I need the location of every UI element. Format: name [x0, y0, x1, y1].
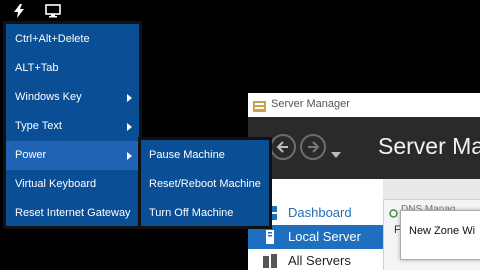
submenu-arrow-icon [127, 152, 132, 160]
server-manager-titlebar: Server Manager [248, 93, 480, 117]
submenu-item-reset-reboot-machine[interactable]: Reset/Reboot Machine [141, 170, 269, 199]
menu-item-label: Power [15, 149, 47, 161]
sidebar-item-label: All Servers [288, 253, 351, 268]
sidebar-item-label: Local Server [288, 229, 361, 244]
server-manager-header: Server Ma [248, 117, 480, 179]
submenu-item-label: Reset/Reboot Machine [149, 178, 261, 190]
menu-item-type-text[interactable]: Type Text [6, 112, 139, 141]
power-submenu: Pause Machine Reset/Reboot Machine Turn … [138, 137, 272, 229]
new-zone-wizard-title: New Zone Wi [409, 225, 476, 237]
menu-item-virtual-keyboard[interactable]: Virtual Keyboard [6, 170, 139, 199]
submenu-item-label: Turn Off Machine [149, 207, 234, 219]
all-servers-icon [263, 254, 277, 268]
forward-button[interactable] [300, 134, 326, 160]
dns-manager-window: DNS Manag F New Zone Wi [383, 199, 480, 270]
remote-toolbar [0, 0, 480, 22]
menu-item-label: Reset Internet Gateway [15, 207, 131, 219]
menu-item-label: Ctrl+Alt+Delete [15, 33, 90, 45]
lightning-icon[interactable] [13, 4, 29, 18]
back-button[interactable] [270, 134, 296, 160]
submenu-arrow-icon [127, 94, 132, 102]
submenu-item-pause-machine[interactable]: Pause Machine [141, 141, 269, 170]
dns-manager-icon [389, 205, 398, 218]
sidebar-item-all-servers[interactable]: All Servers [248, 249, 383, 270]
remote-actions-menu: Ctrl+Alt+Delete ALT+Tab Windows Key Type… [3, 21, 142, 229]
server-manager-window: Server Manager Server Ma Dashboard Local… [248, 93, 480, 270]
menu-item-reset-internet-gateway[interactable]: Reset Internet Gateway [6, 199, 139, 228]
submenu-item-label: Pause Machine [149, 149, 225, 161]
menu-item-label: Virtual Keyboard [15, 178, 97, 190]
page-heading: Server Ma [378, 133, 480, 159]
new-zone-wizard-dialog: New Zone Wi [400, 210, 480, 260]
submenu-arrow-icon [127, 123, 132, 131]
monitor-icon[interactable] [45, 4, 61, 18]
menu-item-label: ALT+Tab [15, 62, 59, 74]
local-server-icon [263, 230, 277, 244]
menu-item-power[interactable]: Power [6, 141, 139, 170]
menu-item-label: Windows Key [15, 91, 82, 103]
server-manager-app-icon [253, 99, 266, 112]
menu-item-alt-tab[interactable]: ALT+Tab [6, 54, 139, 83]
server-manager-content: DNS Manag F New Zone Wi [383, 179, 480, 270]
menu-item-ctrl-alt-delete[interactable]: Ctrl+Alt+Delete [6, 25, 139, 54]
menu-item-label: Type Text [15, 120, 62, 132]
history-dropdown-icon[interactable] [331, 145, 341, 158]
submenu-item-turn-off-machine[interactable]: Turn Off Machine [141, 199, 269, 228]
menu-item-windows-key[interactable]: Windows Key [6, 83, 139, 112]
window-title: Server Manager [271, 98, 350, 110]
sidebar-item-label: Dashboard [288, 205, 352, 220]
